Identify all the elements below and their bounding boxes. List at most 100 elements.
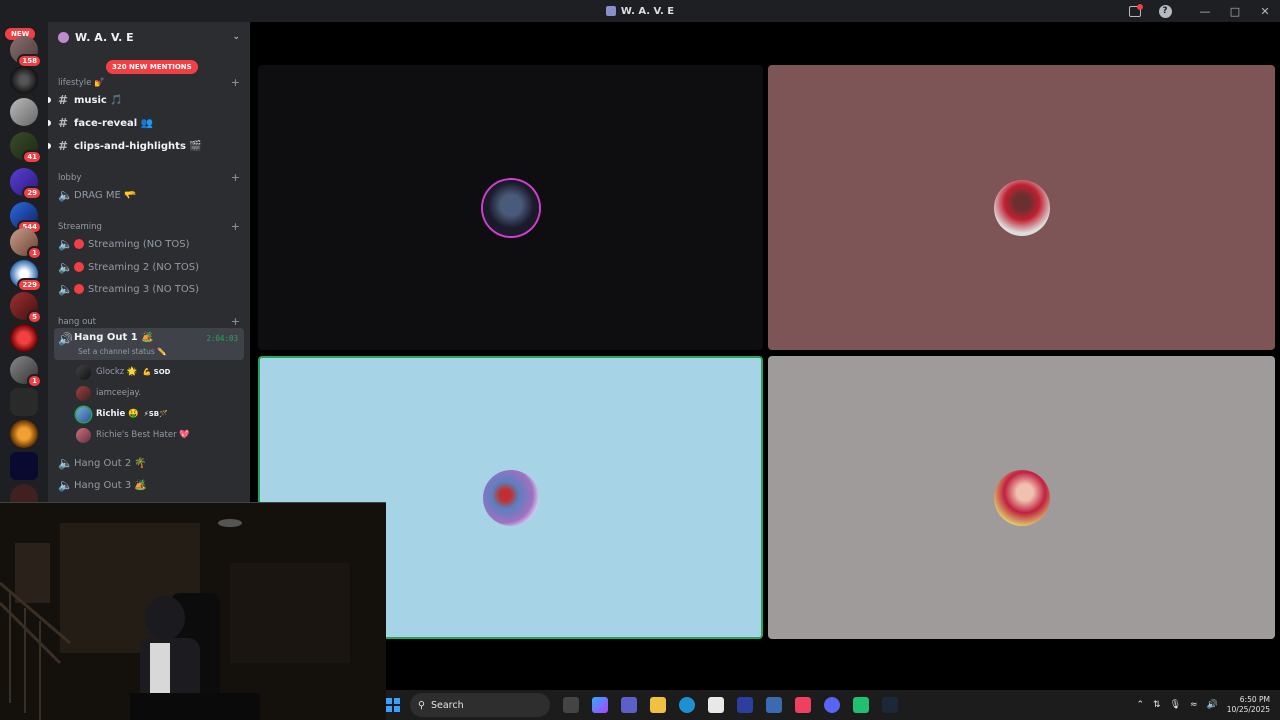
minimize-button[interactable]: — xyxy=(1190,0,1220,22)
channel-clips[interactable]: # clips-and-highlights 🎬 xyxy=(48,136,244,156)
steam-icon[interactable] xyxy=(882,697,898,713)
add-channel-icon[interactable]: + xyxy=(231,220,240,233)
guild-icon xyxy=(58,31,69,43)
avatar xyxy=(76,385,91,401)
server-item[interactable] xyxy=(10,66,38,94)
clock[interactable]: 6:50 PM 10/25/2025 xyxy=(1227,695,1270,715)
avatar xyxy=(76,427,91,443)
network-icon[interactable]: ⇅ xyxy=(1153,700,1161,710)
speaker-icon: 🔈 xyxy=(58,188,73,202)
participant-tile[interactable] xyxy=(768,356,1275,639)
chevron-up-icon[interactable]: ⌃ xyxy=(1136,700,1144,710)
avatar xyxy=(76,406,91,422)
call-timer: 2:04:03 xyxy=(206,334,238,343)
channel-status[interactable]: Set a channel status ✏️ xyxy=(78,347,167,356)
server-item[interactable] xyxy=(10,324,38,352)
app-icon[interactable] xyxy=(766,697,782,713)
speaker-icon: 🔊 xyxy=(58,332,73,346)
server-item[interactable]: 1 xyxy=(10,356,42,388)
channel-face-reveal[interactable]: # face-reveal 👥 xyxy=(48,113,244,133)
speaker-icon: 🔈 xyxy=(58,237,73,251)
guild-name: W. A. V. E xyxy=(75,30,134,44)
server-item[interactable]: 5 xyxy=(10,292,42,324)
task-view-icon[interactable] xyxy=(563,697,579,713)
inbox-icon xyxy=(1129,3,1143,17)
server-item[interactable] xyxy=(10,452,38,480)
teams-icon[interactable] xyxy=(621,697,637,713)
avatar xyxy=(482,179,539,236)
guild-header[interactable]: W. A. V. E ⌄ xyxy=(48,22,250,52)
server-item[interactable]: 1 xyxy=(10,228,42,260)
channel-label: Hang Out 1 🏕️ xyxy=(74,332,154,343)
server-item[interactable] xyxy=(10,98,38,126)
participant-tile[interactable] xyxy=(768,65,1275,350)
voice-channel-streaming-3[interactable]: 🔈 Streaming 3 (NO TOS) xyxy=(54,279,244,299)
voice-user[interactable]: iamceejay. xyxy=(76,384,141,402)
add-channel-icon[interactable]: + xyxy=(231,171,240,184)
start-button[interactable] xyxy=(386,698,400,712)
copilot-icon[interactable] xyxy=(592,697,608,713)
server-item[interactable] xyxy=(10,388,38,416)
avatar xyxy=(993,179,1050,236)
volume-icon[interactable]: 🔊 xyxy=(1207,700,1218,710)
channel-label: Streaming 2 (NO TOS) xyxy=(88,261,200,273)
close-button[interactable]: ✕ xyxy=(1250,0,1280,22)
maximize-button[interactable]: □ xyxy=(1220,0,1250,22)
app-l-icon[interactable] xyxy=(737,697,753,713)
music-app-icon[interactable] xyxy=(795,697,811,713)
server-item[interactable] xyxy=(10,484,38,502)
channel-label: Hang Out 2 🌴 xyxy=(74,457,147,469)
discord-icon[interactable] xyxy=(824,697,840,713)
mic-icon[interactable]: 🎙 xyxy=(1170,700,1181,710)
server-item[interactable]: 158 xyxy=(10,36,42,68)
speaker-icon: 🔈 xyxy=(58,282,73,296)
live-dot-icon xyxy=(74,284,84,294)
avatar xyxy=(482,469,539,526)
help-button[interactable]: ? xyxy=(1150,0,1180,22)
voice-channel-drag-me[interactable]: 🔈 DRAG ME 🫳 xyxy=(54,185,244,205)
category-lifestyle[interactable]: lifestyle 💅 + xyxy=(58,76,240,89)
live-dot-icon xyxy=(74,239,84,249)
voice-channel-hangout-3[interactable]: 🔈 Hang Out 3 🏕️ xyxy=(54,475,244,495)
app-icon[interactable] xyxy=(853,697,869,713)
inbox-button[interactable] xyxy=(1120,0,1150,22)
user-name: Glockz 🌟 xyxy=(96,367,138,377)
voice-channel-hangout-1[interactable]: 🔊 Hang Out 1 🏕️ 2:04:03 Set a channel st… xyxy=(54,328,244,360)
category-label: Streaming xyxy=(58,221,102,232)
voice-user[interactable]: Glockz 🌟 💪 SOD xyxy=(76,363,170,381)
unread-badge: 5 xyxy=(27,310,42,324)
server-item[interactable]: 41 xyxy=(10,132,42,164)
add-channel-icon[interactable]: + xyxy=(231,315,240,328)
voice-channel-streaming-2[interactable]: 🔈 Streaming 2 (NO TOS) xyxy=(54,257,244,277)
user-name: iamceejay. xyxy=(96,388,142,398)
voice-channel-hangout-2[interactable]: 🔈 Hang Out 2 🌴 xyxy=(54,453,244,473)
avatar xyxy=(76,364,91,380)
taskbar-search[interactable]: ⚲ Search xyxy=(410,693,550,717)
voice-user[interactable]: Richie 🤑 ⚡SB🪄 xyxy=(76,405,168,423)
new-mentions-pill[interactable]: 320 NEW MENTIONS xyxy=(106,60,198,74)
channel-label: DRAG ME 🫳 xyxy=(74,189,137,201)
category-hangout[interactable]: hang out + xyxy=(58,315,240,328)
add-channel-icon[interactable]: + xyxy=(231,76,240,89)
server-item[interactable]: 544 xyxy=(10,202,42,234)
voice-user[interactable]: Richie's Best Hater 💖 xyxy=(76,426,190,444)
server-item[interactable]: 29 xyxy=(10,168,42,200)
channel-label: clips-and-highlights 🎬 xyxy=(74,140,202,152)
participant-tile[interactable] xyxy=(258,65,763,350)
category-streaming[interactable]: Streaming + xyxy=(58,220,240,233)
category-label: hang out xyxy=(58,316,97,327)
live-dot-icon xyxy=(74,262,84,272)
file-explorer-icon[interactable] xyxy=(650,697,666,713)
wifi-icon[interactable]: ≈ xyxy=(1190,700,1198,710)
server-list: NEW 158 41 29 544 1 229 5 1 xyxy=(0,22,48,502)
server-item[interactable] xyxy=(10,420,38,448)
channel-label: Hang Out 3 🏕️ xyxy=(74,479,147,491)
category-lobby[interactable]: lobby + xyxy=(58,171,240,184)
edge-icon[interactable] xyxy=(679,697,695,713)
store-icon[interactable] xyxy=(708,697,724,713)
date: 10/25/2025 xyxy=(1226,705,1270,714)
unread-badge: 41 xyxy=(22,150,42,164)
channel-music[interactable]: # music 🎵 xyxy=(48,90,244,110)
voice-channel-streaming-1[interactable]: 🔈 Streaming (NO TOS) xyxy=(54,234,244,254)
server-item[interactable]: 229 xyxy=(10,260,42,292)
